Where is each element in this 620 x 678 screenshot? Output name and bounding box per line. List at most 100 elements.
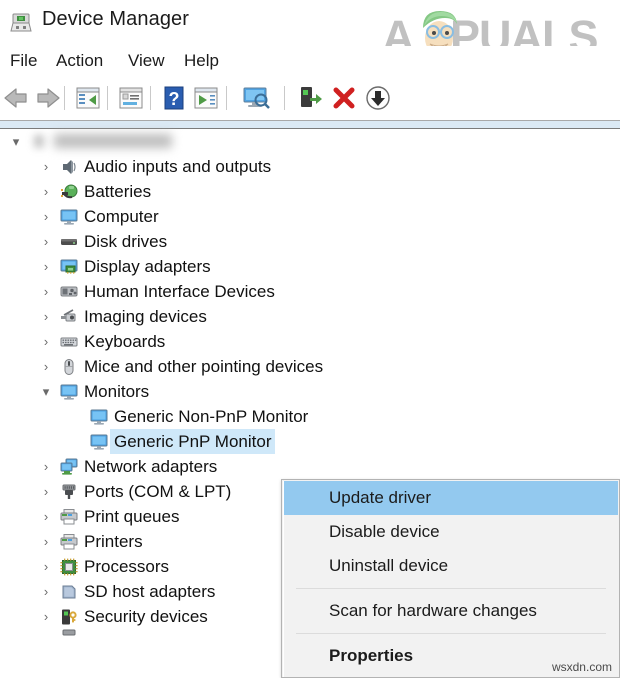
site-watermark: wsxdn.com <box>551 660 612 674</box>
chevron-right-icon[interactable]: › <box>38 504 54 529</box>
chevron-right-icon[interactable]: › <box>38 629 54 637</box>
tree-item-label: Display adapters <box>84 257 211 276</box>
chevron-right-icon[interactable]: › <box>38 229 54 254</box>
tree-item-generic-pnp-monitor[interactable]: Generic PnP Monitor <box>0 429 620 454</box>
device-manager-icon <box>8 10 34 36</box>
tree-item-computer[interactable]: › Computer <box>0 204 620 229</box>
imaging-icon <box>60 308 78 326</box>
chevron-right-icon[interactable]: › <box>38 304 54 329</box>
device-icon <box>60 629 78 637</box>
context-menu-item-update-driver[interactable]: Update driver <box>284 481 618 515</box>
tree-item-label: Mice and other pointing devices <box>84 357 324 376</box>
tree-item-label: Batteries <box>84 182 152 201</box>
hid-icon <box>60 283 78 301</box>
monitor-icon <box>60 208 78 226</box>
tree-item-disk-drives[interactable]: › Disk drives <box>0 229 620 254</box>
toolbar: ? <box>0 76 620 121</box>
tree-item-label: Processors <box>84 557 170 576</box>
chevron-right-icon[interactable]: › <box>38 529 54 554</box>
properties-icon[interactable] <box>115 82 147 114</box>
tree-item-label: Security devices <box>84 607 208 626</box>
tree-item-label: Human Interface Devices <box>84 282 275 301</box>
help-icon[interactable]: ? <box>158 82 190 114</box>
uninstall-device-icon[interactable] <box>328 82 360 114</box>
chevron-right-icon[interactable]: › <box>38 604 54 629</box>
page-title: Device Manager <box>42 8 190 30</box>
chevron-right-icon[interactable]: › <box>38 279 54 304</box>
context-menu-item-uninstall-device[interactable]: Uninstall device <box>284 549 618 583</box>
tree-item-display-adapters[interactable]: › Display adapters <box>0 254 620 279</box>
printer-icon <box>60 533 78 551</box>
speaker-icon <box>60 158 78 176</box>
computer-node-icon <box>30 133 48 151</box>
tree-item-label: Print queues <box>84 507 180 526</box>
chevron-right-icon[interactable]: › <box>38 554 54 579</box>
scan-hardware-icon[interactable] <box>240 82 272 114</box>
tree-item-label: Ports (COM & LPT) <box>84 482 232 501</box>
menu-help[interactable]: Help <box>180 50 223 72</box>
show-hide-tree-icon[interactable] <box>72 82 104 114</box>
chevron-right-icon[interactable]: › <box>38 204 54 229</box>
tree-root-node[interactable]: ▾ <box>0 129 620 154</box>
chevron-right-icon[interactable]: › <box>38 454 54 479</box>
tree-item-label: Disk drives <box>84 232 168 251</box>
mouse-icon <box>60 358 78 376</box>
chevron-right-icon[interactable]: › <box>38 579 54 604</box>
context-menu[interactable]: Update driver Disable device Uninstall d… <box>281 479 620 678</box>
tree-item-audio-inputs-and-outputs[interactable]: › Audio inputs and outputs <box>0 154 620 179</box>
menu-file[interactable]: File <box>6 50 41 72</box>
tree-root-label <box>54 134 172 148</box>
tree-item-label: Printers <box>84 532 143 551</box>
tree-item-human-interface-devices[interactable]: › Human Interface Devices <box>0 279 620 304</box>
tree-item-label: Network adapters <box>84 457 218 476</box>
port-icon <box>60 483 78 501</box>
svg-text:?: ? <box>169 89 180 109</box>
tree-item-label: Computer <box>84 207 159 226</box>
tree-item-mice-and-other-pointing-devices[interactable]: › Mice and other pointing devices <box>0 354 620 379</box>
context-menu-item-scan-for-hardware-changes[interactable]: Scan for hardware changes <box>284 594 618 628</box>
tree-item-generic-non-pnp-monitor[interactable]: Generic Non-PnP Monitor <box>0 404 620 429</box>
tree-item-network-adapters[interactable]: › Network adapters <box>0 454 620 479</box>
context-menu-separator <box>296 588 606 589</box>
chevron-down-icon[interactable]: ▾ <box>8 129 24 154</box>
tree-item-batteries[interactable]: › Batteries <box>0 179 620 204</box>
chevron-down-icon[interactable]: ▾ <box>38 379 54 404</box>
enable-device-icon[interactable] <box>294 82 326 114</box>
tree-item-imaging-devices[interactable]: › Imaging devices <box>0 304 620 329</box>
chevron-right-icon[interactable]: › <box>38 329 54 354</box>
tree-item-keyboards[interactable]: › Keyboards <box>0 329 620 354</box>
network-adapter-icon <box>60 458 78 476</box>
chevron-right-icon[interactable]: › <box>38 479 54 504</box>
disk-drive-icon <box>60 233 78 251</box>
tree-item-label-selected: Generic PnP Monitor <box>110 429 276 454</box>
tree-item-monitors[interactable]: ▾ Monitors <box>0 379 620 404</box>
disable-device-icon[interactable] <box>362 82 394 114</box>
monitor-icon <box>60 383 78 401</box>
tree-item-label: Keyboards <box>84 332 166 351</box>
tree-top-band <box>0 121 620 128</box>
chevron-right-icon[interactable]: › <box>38 154 54 179</box>
tree-item-label: SD host adapters <box>84 582 216 601</box>
chevron-right-icon[interactable]: › <box>38 354 54 379</box>
battery-icon <box>60 183 78 201</box>
display-adapter-icon <box>60 258 78 276</box>
sd-host-icon <box>60 583 78 601</box>
chevron-right-icon[interactable]: › <box>38 179 54 204</box>
tree-item-label: Monitors <box>84 382 150 401</box>
printer-icon <box>60 508 78 526</box>
menu-action[interactable]: Action <box>52 50 107 72</box>
processor-icon <box>60 558 78 576</box>
update-driver-icon[interactable] <box>190 82 222 114</box>
menu-view[interactable]: View <box>124 50 169 72</box>
menu-bar: File Action View Help <box>0 46 620 76</box>
context-menu-separator <box>296 633 606 634</box>
forward-icon[interactable] <box>30 82 62 114</box>
monitor-icon <box>90 433 108 451</box>
tree-item-label: Audio inputs and outputs <box>84 157 272 176</box>
security-icon <box>60 608 78 626</box>
context-menu-item-disable-device[interactable]: Disable device <box>284 515 618 549</box>
keyboard-icon <box>60 333 78 351</box>
chevron-right-icon[interactable]: › <box>38 254 54 279</box>
